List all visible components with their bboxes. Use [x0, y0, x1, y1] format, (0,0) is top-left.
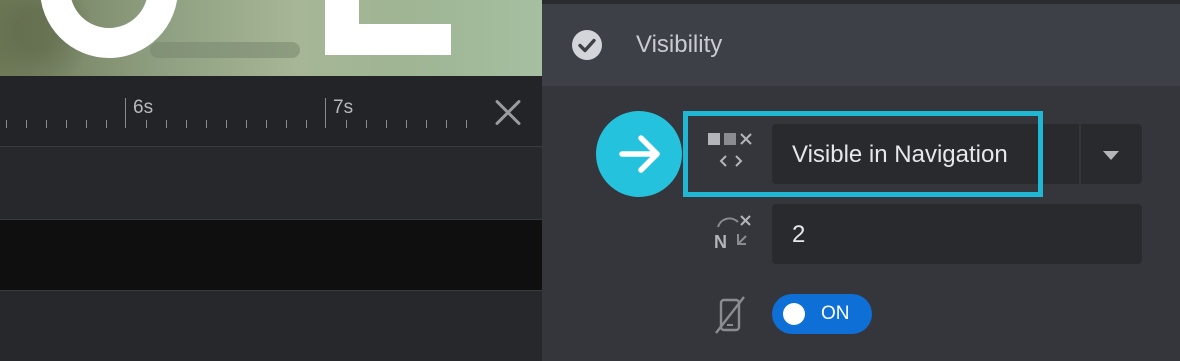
timeline-track[interactable]: [0, 146, 542, 219]
slide-number-value: 2: [792, 221, 806, 248]
close-icon[interactable]: [490, 97, 524, 127]
timeline-track[interactable]: [0, 290, 542, 361]
toggle-label: ON: [821, 303, 850, 324]
ruler-label-6s: 6s: [133, 97, 154, 118]
check-circle-icon: [572, 30, 602, 60]
slide-number-input[interactable]: 2: [772, 204, 1142, 264]
chevron-down-icon[interactable]: [1103, 151, 1119, 160]
slide-number-icon: N: [712, 212, 758, 257]
timeline-area: 6s 7s: [0, 0, 542, 361]
highlight-frame: [683, 111, 1043, 197]
visibility-panel: Visibility Visible in Navigation N 2 ON: [542, 0, 1180, 361]
toggle-knob: [783, 303, 805, 325]
ruler-label-7s: 7s: [333, 97, 354, 118]
mobile-visibility-toggle[interactable]: ON: [772, 294, 872, 334]
timeline-track[interactable]: [0, 219, 542, 291]
slide-preview: [0, 0, 542, 76]
panel-header[interactable]: Visibility: [542, 0, 1180, 86]
panel-title: Visibility: [636, 31, 723, 58]
mobile-hidden-icon: [714, 295, 748, 340]
preview-bar: [150, 42, 300, 58]
svg-text:N: N: [714, 232, 727, 252]
timeline-ruler[interactable]: 6s 7s: [0, 76, 542, 146]
arrow-right-icon: [596, 111, 682, 197]
